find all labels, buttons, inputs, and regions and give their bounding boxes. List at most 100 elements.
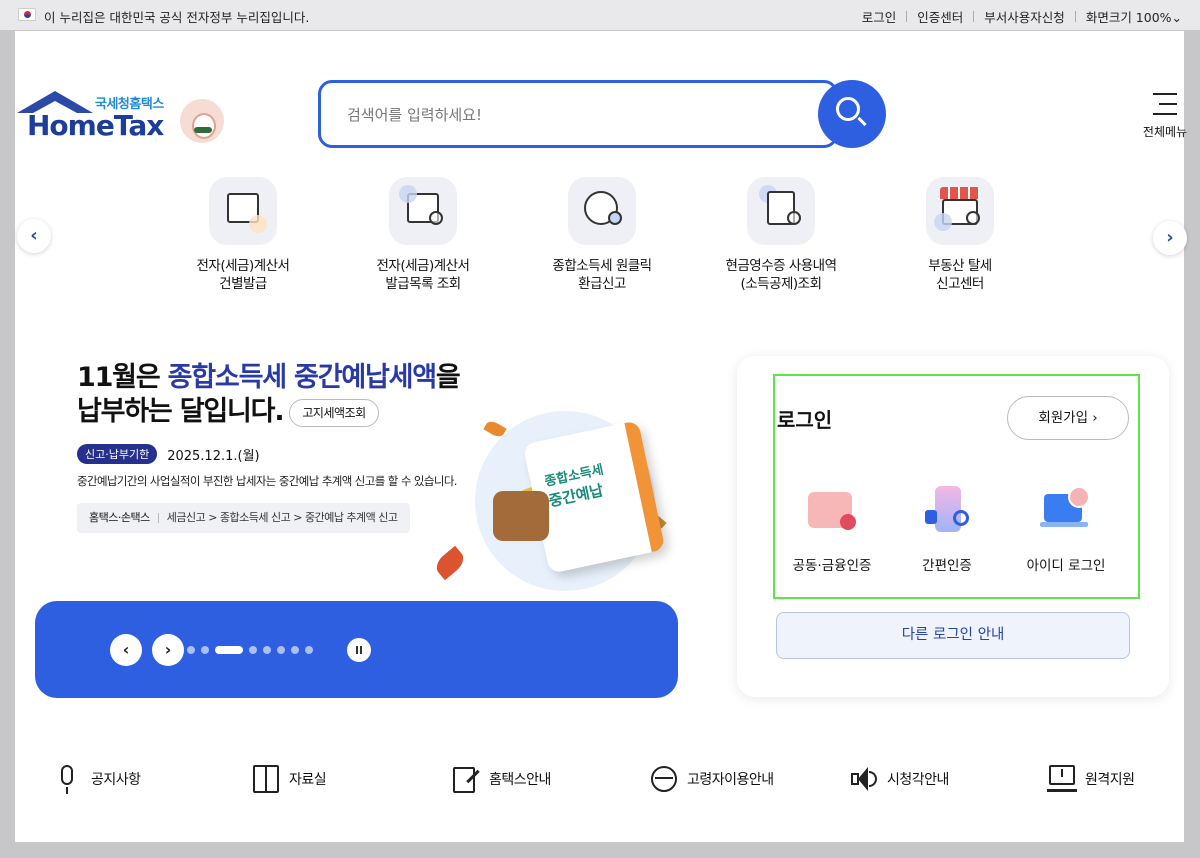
laptop-power-icon [1038, 484, 1094, 540]
quick-item-real-estate-report[interactable]: 부동산 탈세 신고센터 [885, 177, 1035, 293]
calendar-illustration: 종합소득세 중간예납 [432, 383, 695, 603]
search-bar [318, 80, 886, 148]
korea-flag-icon [18, 8, 36, 21]
quick-menu-next-button[interactable]: › [1153, 221, 1187, 255]
bottom-nav-label: 홈택스안내 [489, 772, 551, 788]
remote-support-link[interactable]: 원격지원 [1047, 759, 1135, 799]
banner-title-highlight: 종합소득세 중간예납세액 [167, 362, 437, 393]
pause-button[interactable] [347, 638, 371, 662]
quick-item-cash-receipt[interactable]: 현금영수증 사용내역 (소득공제)조회 [706, 177, 856, 293]
pagination-dot-active[interactable] [215, 646, 243, 654]
login-option-label: 간편인증 [922, 558, 972, 574]
bottom-nav-label: 자료실 [289, 772, 327, 788]
quick-item-label-line2: (소득공제)조회 [740, 276, 822, 292]
archive-link[interactable]: 자료실 [251, 759, 327, 799]
banner-path-label: 홈택스·손택스 [89, 511, 150, 524]
deadline-row: 신고·납부기한 2025.12.1.(월) [77, 444, 260, 464]
hamburger-icon [1153, 93, 1177, 123]
speaker-icon [849, 763, 879, 795]
monitor-alert-icon [1047, 763, 1077, 795]
receipt-search-icon [747, 177, 815, 245]
quick-item-label: 종합소득세 원클릭 환급신고 [527, 257, 677, 293]
gov-notice-bar: 이 누리집은 대한민국 공식 전자정부 누리집입니다. 로그인 인증센터 부서사… [0, 0, 1200, 30]
banner-next-button[interactable]: › [152, 634, 184, 666]
quick-item-label-line2: 건별발급 [219, 276, 267, 292]
quick-item-income-tax-refund[interactable]: 종합소득세 원클릭 환급신고 [527, 177, 677, 293]
pagination-dot[interactable] [187, 646, 195, 654]
pagination-dot[interactable] [291, 646, 299, 654]
money-bag-icon [568, 177, 636, 245]
hometax-logo[interactable]: 국세청홈택스 HomeTax [15, 89, 230, 149]
divider [973, 11, 975, 22]
quick-item-label-line2: 환급신고 [578, 276, 626, 292]
quick-item-label: 전자(세금)계산서 발급목록 조회 [348, 257, 498, 293]
quick-item-label-line1: 전자(세금)계산서 [196, 258, 290, 274]
cabinet-icon [251, 763, 281, 795]
phone-search-icon [919, 484, 975, 540]
notice-link[interactable]: 공지사항 [53, 759, 141, 799]
quick-item-label: 부동산 탈세 신고센터 [885, 257, 1035, 293]
quick-item-label-line2: 신고센터 [936, 276, 984, 292]
quick-item-label-line1: 현금영수증 사용내역 [725, 258, 837, 274]
document-pen-icon [451, 763, 481, 795]
snowman-mascot-icon [180, 99, 224, 143]
microphone-icon [53, 763, 83, 795]
util-zoom-select[interactable]: 화면크기 100%⌄ [1086, 7, 1182, 26]
login-panel: 로그인 회원가입 › 공동·금융인증 간편인증 아이디 로그인 다른 로그인 안… [737, 356, 1169, 697]
bottom-nav-label: 공지사항 [91, 772, 141, 788]
audiovisual-guide-link[interactable]: 시청각안내 [849, 759, 949, 799]
search-box [318, 80, 838, 148]
deadline-date: 2025.12.1.(월) [167, 448, 260, 464]
util-login-link[interactable]: 로그인 [862, 7, 897, 26]
pagination-dot[interactable] [249, 646, 257, 654]
tax-notice-check-button[interactable]: 고지세액조회 [289, 398, 379, 427]
elderly-face-icon [649, 763, 679, 795]
banner-title: 11월은 종합소득세 중간예납세액을 납부하는 달입니다. 고지세액조회 [77, 361, 461, 429]
util-cert-center-link[interactable]: 인증센터 [917, 7, 963, 26]
login-title: 로그인 [777, 408, 833, 432]
full-menu-button[interactable]: 전체메뉴 [1135, 89, 1195, 139]
hometax-guide-link[interactable]: 홈택스안내 [451, 759, 551, 799]
banner-prev-button[interactable]: ‹ [110, 634, 142, 666]
search-button[interactable] [818, 80, 886, 148]
utility-links: 로그인 인증센터 부서사용자신청 화면크기 100%⌄ [862, 7, 1182, 26]
quick-item-tax-invoice-issue[interactable]: 전자(세금)계산서 건별발급 [168, 177, 318, 293]
logo-title: HomeTax [27, 109, 164, 142]
banner-path-text: 세금신고 > 종합소득세 신고 > 중간예납 추계액 신고 [166, 511, 398, 524]
banner-pager: ‹ › [35, 601, 678, 698]
bottom-nav-label: 원격지원 [1085, 772, 1135, 788]
wallet-icon [493, 491, 549, 541]
search-icon-handle [857, 116, 867, 127]
other-login-guide-button[interactable]: 다른 로그인 안내 [776, 612, 1130, 659]
divider [1074, 11, 1076, 22]
bottom-nav: 공지사항 자료실 홈택스안내 고령자이용안내 시청각안내 원격지원 [15, 759, 1184, 799]
quick-item-label: 현금영수증 사용내역 (소득공제)조회 [706, 257, 856, 293]
pagination-dot[interactable] [263, 646, 271, 654]
search-input[interactable] [347, 103, 807, 127]
quick-item-label-line1: 전자(세금)계산서 [376, 258, 470, 274]
bottom-nav-label: 고령자이용안내 [687, 772, 774, 788]
banner-pagination-dots [187, 646, 319, 654]
shop-search-icon [926, 177, 994, 245]
pagination-dot[interactable] [305, 646, 313, 654]
banner-path: 홈택스·손택스 세금신고 > 종합소득세 신고 > 중간예납 추계액 신고 [77, 503, 410, 533]
quick-item-label: 전자(세금)계산서 건별발급 [168, 257, 318, 293]
pagination-dot[interactable] [201, 646, 209, 654]
login-joint-certificate[interactable]: 공동·금융인증 [777, 484, 887, 574]
quick-item-tax-invoice-list[interactable]: 전자(세금)계산서 발급목록 조회 [348, 177, 498, 293]
quick-item-label-line1: 부동산 탈세 [928, 258, 992, 274]
leaf-icon [432, 545, 468, 581]
elderly-guide-link[interactable]: 고령자이용안내 [649, 759, 774, 799]
login-simple-auth[interactable]: 간편인증 [892, 484, 1002, 574]
tax-envelope-icon [209, 177, 277, 245]
deadline-tag: 신고·납부기한 [77, 444, 158, 464]
util-dept-user-link[interactable]: 부서사용자신청 [984, 7, 1065, 26]
login-option-label: 공동·금융인증 [792, 558, 872, 574]
sign-up-button[interactable]: 회원가입 › [1007, 396, 1129, 440]
quick-menu-prev-button[interactable]: ‹ [17, 219, 51, 253]
banner-title-line2: 납부하는 달입니다. [77, 396, 285, 427]
login-id[interactable]: 아이디 로그인 [1011, 484, 1121, 574]
main-page: 국세청홈택스 HomeTax 전체메뉴 ‹ › 전자(세금)계산서 건별발급 [15, 31, 1187, 842]
pagination-dot[interactable] [277, 646, 285, 654]
tax-search-icon [389, 177, 457, 245]
